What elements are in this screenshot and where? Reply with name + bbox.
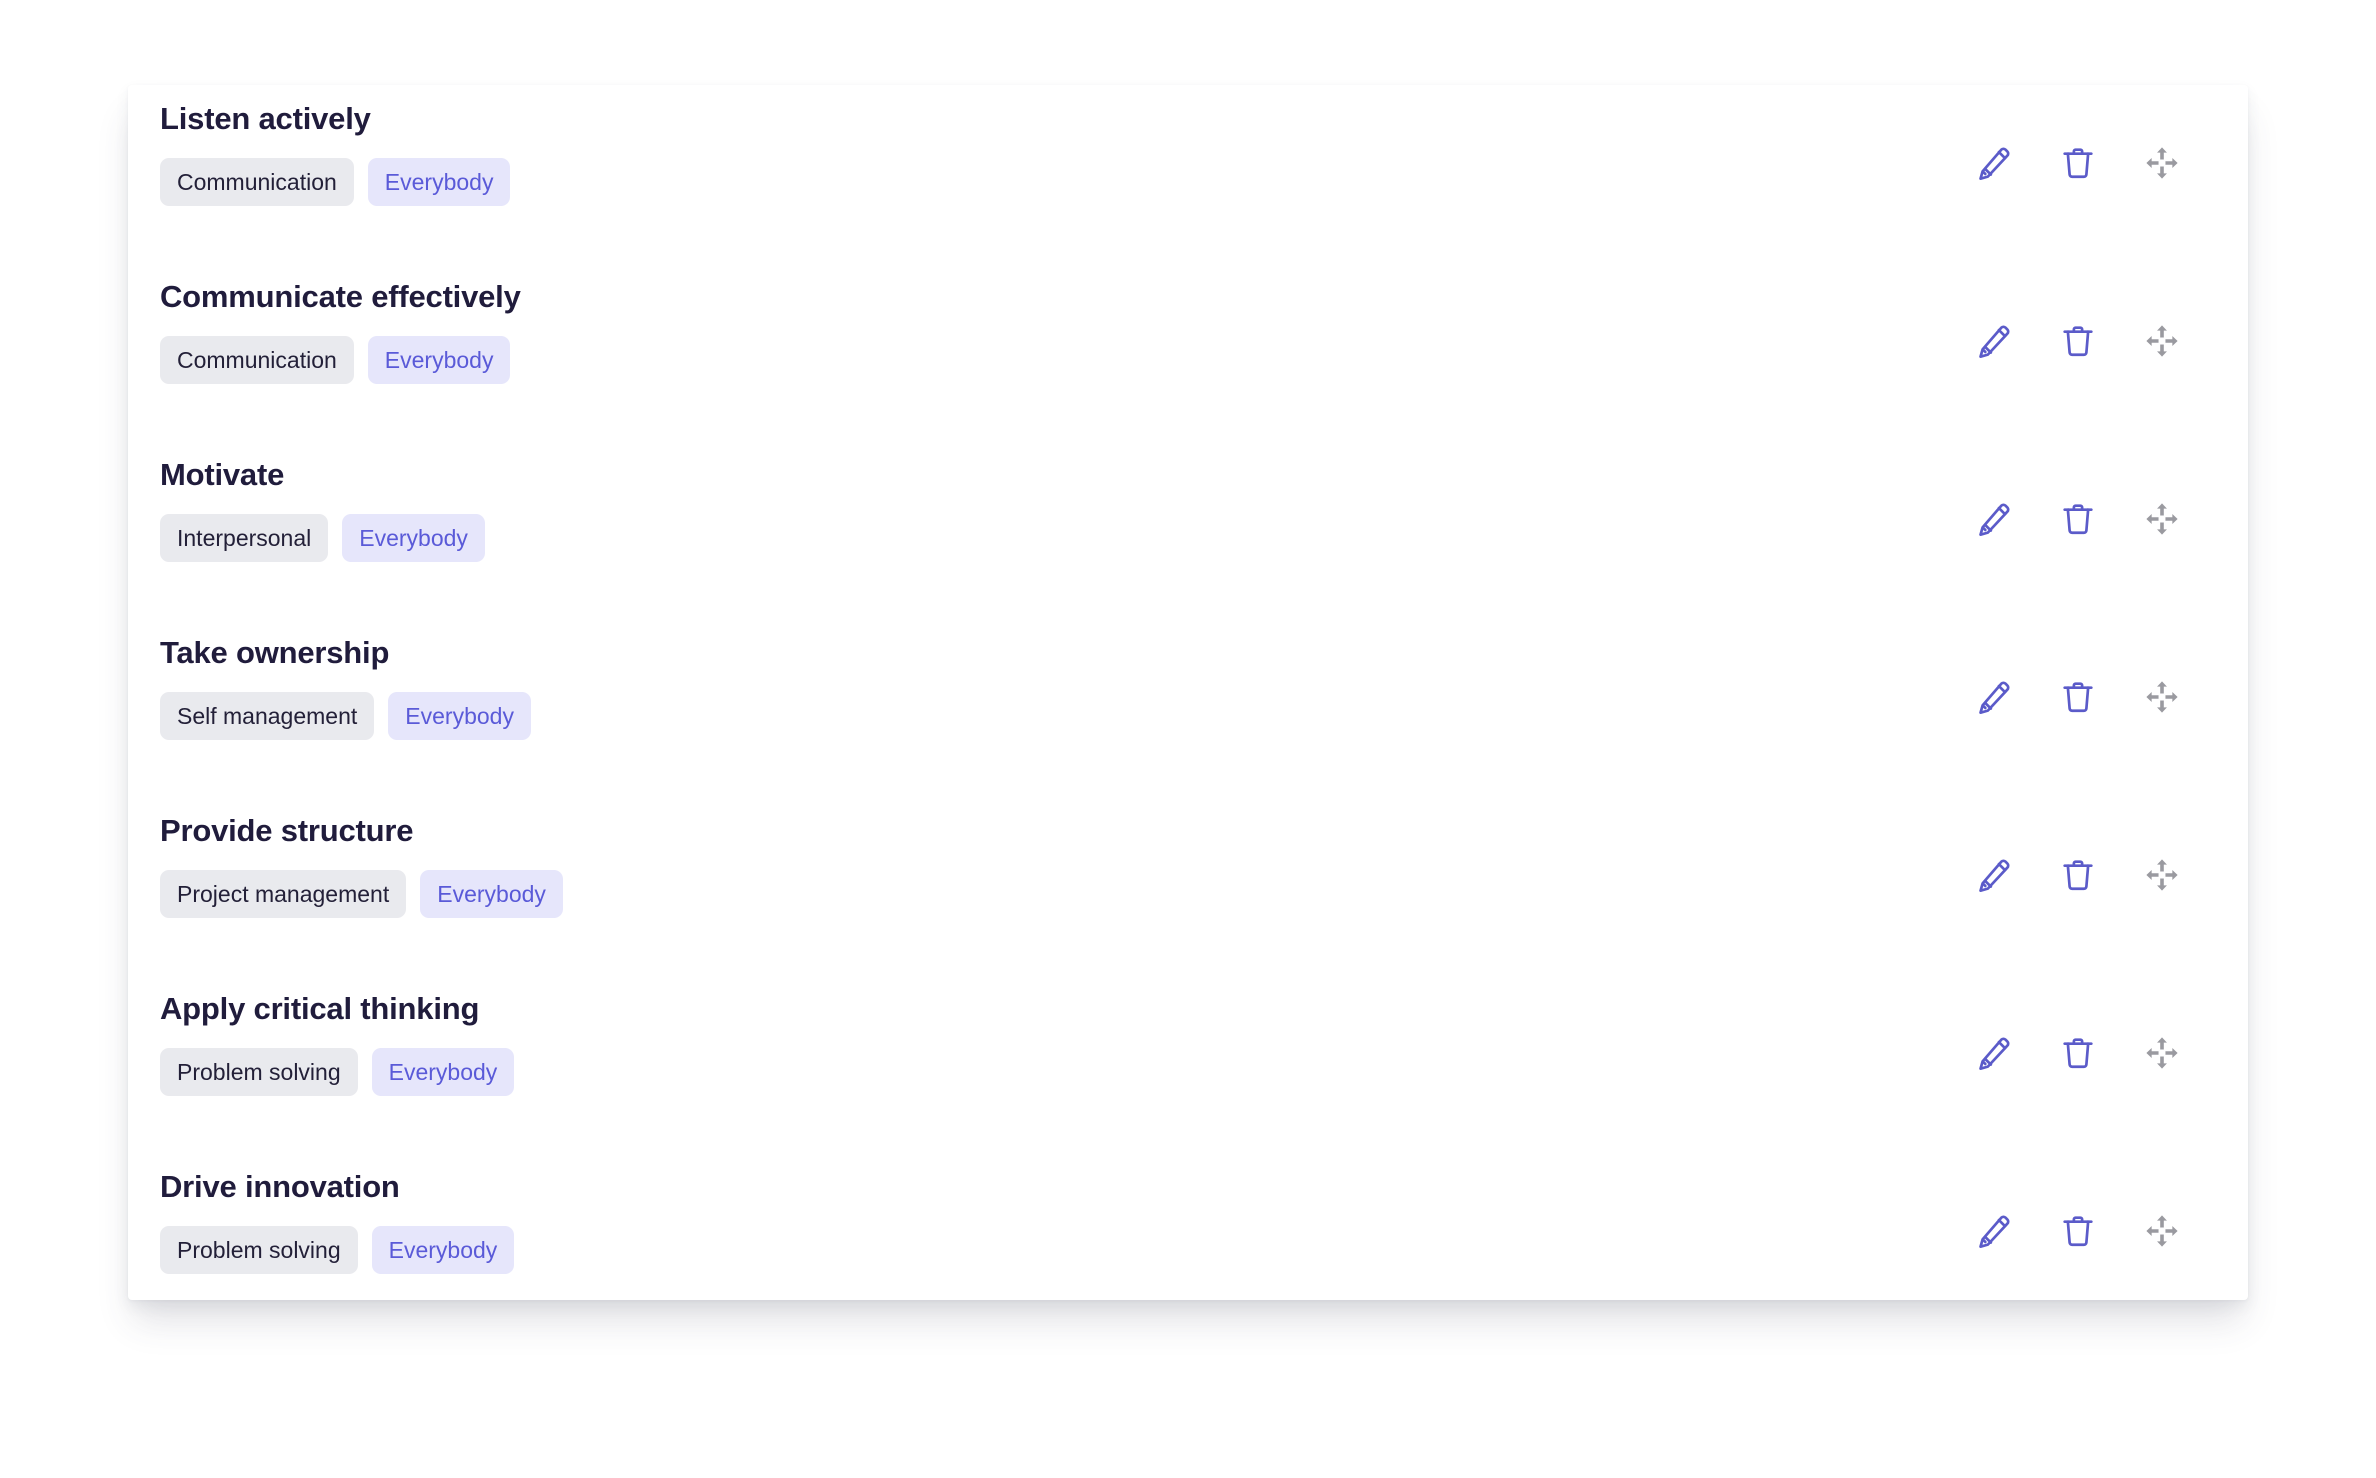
pencil-icon bbox=[1975, 1212, 2013, 1250]
delete-skill-button[interactable] bbox=[2050, 669, 2106, 725]
skill-row[interactable]: Provide structure Project management Eve… bbox=[128, 797, 2248, 975]
edit-skill-button[interactable] bbox=[1966, 491, 2022, 547]
move-arrows-icon bbox=[2144, 857, 2180, 893]
skill-title: Apply critical thinking bbox=[160, 991, 480, 1026]
trash-icon bbox=[2059, 1034, 2097, 1072]
skill-row-content: Take ownership Self management Everybody bbox=[160, 619, 531, 740]
edit-skill-button[interactable] bbox=[1966, 313, 2022, 369]
skill-list: Listen actively Communication Everybody bbox=[128, 85, 2248, 1300]
edit-skill-button[interactable] bbox=[1966, 1025, 2022, 1081]
trash-icon bbox=[2059, 856, 2097, 894]
reorder-skill-handle[interactable] bbox=[2134, 135, 2190, 191]
skill-category-tag[interactable]: Self management bbox=[160, 692, 375, 740]
reorder-skill-handle[interactable] bbox=[2134, 491, 2190, 547]
skill-row-content: Listen actively Communication Everybody bbox=[160, 85, 511, 206]
skill-row-actions bbox=[1966, 313, 2190, 369]
skill-tag-group: Interpersonal Everybody bbox=[160, 514, 485, 562]
edit-skill-button[interactable] bbox=[1966, 669, 2022, 725]
skill-audience-tag[interactable]: Everybody bbox=[342, 514, 485, 562]
skill-row-content: Motivate Interpersonal Everybody bbox=[160, 441, 485, 562]
skill-row-actions bbox=[1966, 669, 2190, 725]
skill-row-content: Provide structure Project management Eve… bbox=[160, 797, 563, 918]
pencil-icon bbox=[1975, 856, 2013, 894]
skill-audience-tag[interactable]: Everybody bbox=[367, 158, 511, 206]
move-arrows-icon bbox=[2144, 1213, 2180, 1249]
skill-category-tag[interactable]: Project management bbox=[160, 870, 407, 918]
trash-icon bbox=[2059, 678, 2097, 716]
skill-row[interactable]: Motivate Interpersonal Everybody bbox=[128, 441, 2248, 619]
move-arrows-icon bbox=[2144, 679, 2180, 715]
skill-row[interactable]: Drive innovation Problem solving Everybo… bbox=[128, 1153, 2248, 1300]
skill-tag-group: Self management Everybody bbox=[160, 692, 531, 740]
reorder-skill-handle[interactable] bbox=[2134, 669, 2190, 725]
skill-row[interactable]: Take ownership Self management Everybody bbox=[128, 619, 2248, 797]
skill-tag-group: Communication Everybody bbox=[160, 158, 511, 206]
skill-category-tag[interactable]: Communication bbox=[160, 158, 354, 206]
skill-audience-tag[interactable]: Everybody bbox=[371, 1048, 515, 1096]
delete-skill-button[interactable] bbox=[2050, 135, 2106, 191]
skill-tag-group: Project management Everybody bbox=[160, 870, 563, 918]
skills-card-surface: Listen actively Communication Everybody bbox=[128, 85, 2248, 1300]
skill-tag-group: Problem solving Everybody bbox=[160, 1226, 515, 1274]
skill-row-actions bbox=[1966, 847, 2190, 903]
pencil-icon bbox=[1975, 1034, 2013, 1072]
delete-skill-button[interactable] bbox=[2050, 313, 2106, 369]
skill-title: Motivate bbox=[160, 457, 285, 492]
trash-icon bbox=[2059, 500, 2097, 538]
edit-skill-button[interactable] bbox=[1966, 1203, 2022, 1259]
pencil-icon bbox=[1975, 144, 2013, 182]
delete-skill-button[interactable] bbox=[2050, 1203, 2106, 1259]
move-arrows-icon bbox=[2144, 145, 2180, 181]
skill-tag-group: Communication Everybody bbox=[160, 336, 521, 384]
skill-row-actions bbox=[1966, 1025, 2190, 1081]
skill-title: Provide structure bbox=[160, 813, 414, 848]
skill-audience-tag[interactable]: Everybody bbox=[371, 1226, 515, 1274]
skill-tag-group: Problem solving Everybody bbox=[160, 1048, 515, 1096]
reorder-skill-handle[interactable] bbox=[2134, 1203, 2190, 1259]
edit-skill-button[interactable] bbox=[1966, 847, 2022, 903]
pencil-icon bbox=[1975, 678, 2013, 716]
delete-skill-button[interactable] bbox=[2050, 847, 2106, 903]
skill-row-actions bbox=[1966, 1203, 2190, 1259]
reorder-skill-handle[interactable] bbox=[2134, 847, 2190, 903]
reorder-skill-handle[interactable] bbox=[2134, 313, 2190, 369]
skill-category-tag[interactable]: Communication bbox=[160, 336, 354, 384]
skill-row-actions bbox=[1966, 135, 2190, 191]
skill-row[interactable]: Listen actively Communication Everybody bbox=[128, 85, 2248, 263]
skill-row-actions bbox=[1966, 491, 2190, 547]
skill-audience-tag[interactable]: Everybody bbox=[367, 336, 511, 384]
skill-row-content: Apply critical thinking Problem solving … bbox=[160, 975, 515, 1096]
reorder-skill-handle[interactable] bbox=[2134, 1025, 2190, 1081]
trash-icon bbox=[2059, 144, 2097, 182]
skill-row[interactable]: Communicate effectively Communication Ev… bbox=[128, 263, 2248, 441]
trash-icon bbox=[2059, 1212, 2097, 1250]
skill-audience-tag[interactable]: Everybody bbox=[388, 692, 531, 740]
skill-title: Listen actively bbox=[160, 101, 371, 136]
trash-icon bbox=[2059, 322, 2097, 360]
skills-card: Listen actively Communication Everybody bbox=[128, 85, 2248, 1300]
move-arrows-icon bbox=[2144, 501, 2180, 537]
delete-skill-button[interactable] bbox=[2050, 491, 2106, 547]
skill-category-tag[interactable]: Interpersonal bbox=[160, 514, 329, 562]
pencil-icon bbox=[1975, 500, 2013, 538]
skill-row-content: Drive innovation Problem solving Everybo… bbox=[160, 1153, 515, 1274]
skill-row[interactable]: Apply critical thinking Problem solving … bbox=[128, 975, 2248, 1153]
skill-category-tag[interactable]: Problem solving bbox=[160, 1226, 358, 1274]
edit-skill-button[interactable] bbox=[1966, 135, 2022, 191]
skill-title: Take ownership bbox=[160, 635, 390, 670]
pencil-icon bbox=[1975, 322, 2013, 360]
skill-title: Communicate effectively bbox=[160, 279, 521, 314]
delete-skill-button[interactable] bbox=[2050, 1025, 2106, 1081]
skill-row-content: Communicate effectively Communication Ev… bbox=[160, 263, 521, 384]
move-arrows-icon bbox=[2144, 323, 2180, 359]
skill-category-tag[interactable]: Problem solving bbox=[160, 1048, 358, 1096]
skill-audience-tag[interactable]: Everybody bbox=[420, 870, 563, 918]
move-arrows-icon bbox=[2144, 1035, 2180, 1071]
skill-title: Drive innovation bbox=[160, 1169, 400, 1204]
